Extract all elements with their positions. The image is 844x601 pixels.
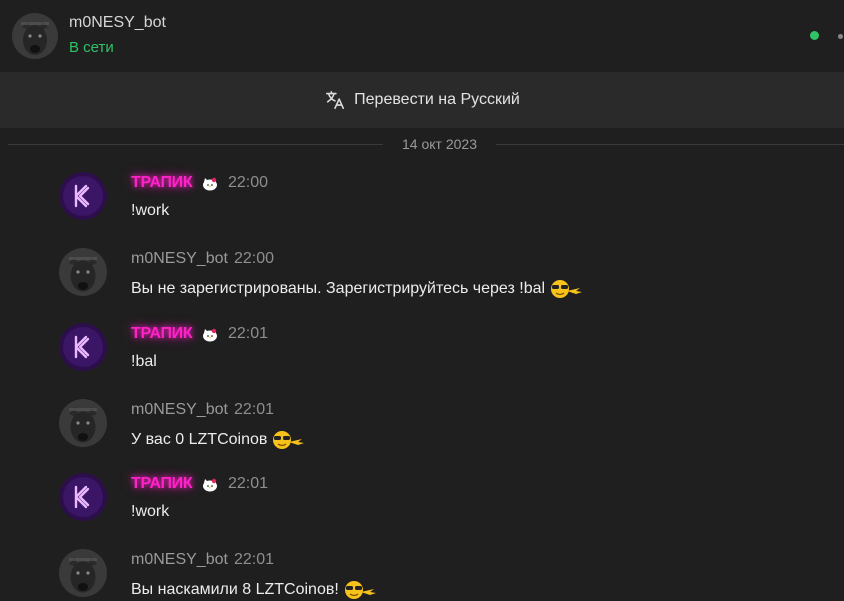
message-text: !bal xyxy=(131,353,157,371)
more-options-icon[interactable] xyxy=(838,34,843,39)
message-body: !work xyxy=(131,202,170,219)
bot-avatar[interactable] xyxy=(12,13,58,59)
date-divider-line xyxy=(8,144,383,145)
message-time: 22:01 xyxy=(228,475,269,492)
bot-avatar[interactable] xyxy=(59,399,107,447)
translate-label: Перевести на Русский xyxy=(354,91,520,108)
message-text: !work xyxy=(131,503,169,521)
translate-icon xyxy=(326,90,345,110)
message-author[interactable]: m0NESY_bot xyxy=(131,551,228,569)
bot-avatar[interactable] xyxy=(59,549,107,597)
message-item: ТРАПИК 22:01 !work xyxy=(0,461,844,536)
date-separator: 14 окт 2023 xyxy=(8,134,844,154)
hello-kitty-icon xyxy=(203,328,217,342)
message-author[interactable]: ТРАПИК xyxy=(131,475,193,493)
message-author[interactable]: ТРАПИК xyxy=(131,174,193,192)
hello-kitty-icon xyxy=(203,177,217,191)
online-dot-icon xyxy=(810,31,819,40)
message-item: m0NESY_bot 22:01 У вас 0 LZTCoinов xyxy=(0,387,844,462)
message-body: У вас 0 LZTCoinов xyxy=(131,431,268,449)
message-text: У вас 0 LZTCoinов xyxy=(131,429,305,451)
sunglasses-emoji-icon xyxy=(551,280,583,298)
message-time: 22:01 xyxy=(228,325,269,342)
message-body: !bal xyxy=(131,353,157,370)
message-time: 22:00 xyxy=(228,174,269,191)
message-list: ТРАПИК 22:00 !work m0NESY_bot 22:00 Вы н… xyxy=(0,160,844,601)
user-avatar[interactable] xyxy=(59,172,107,220)
date-label: 14 окт 2023 xyxy=(402,136,477,152)
date-divider-line xyxy=(496,144,844,145)
user-avatar[interactable] xyxy=(59,323,107,371)
message-text: Вы не зарегистрированы. Зарегистрируйтес… xyxy=(131,278,583,300)
user-avatar[interactable] xyxy=(59,473,107,521)
message-body: Вы наскамили 8 LZTCoinов! xyxy=(131,581,339,599)
message-author[interactable]: m0NESY_bot xyxy=(131,401,228,419)
online-status: В сети xyxy=(69,39,114,56)
message-body: Вы не зарегистрированы. Зарегистрируйтес… xyxy=(131,280,546,298)
chat-header: m0NESY_bot В сети xyxy=(0,0,844,72)
bot-avatar[interactable] xyxy=(59,248,107,296)
message-item: ТРАПИК 22:01 !bal xyxy=(0,311,844,386)
message-author[interactable]: ТРАПИК xyxy=(131,325,193,343)
hello-kitty-icon xyxy=(203,478,217,492)
message-text: Вы наскамили 8 LZTCoinов! xyxy=(131,579,377,601)
sunglasses-emoji-icon xyxy=(273,431,305,449)
bot-name[interactable]: m0NESY_bot xyxy=(69,14,166,32)
message-time: 22:01 xyxy=(234,401,275,418)
message-text: !work xyxy=(131,202,169,220)
message-item: ТРАПИК 22:00 !work xyxy=(0,160,844,235)
message-item: m0NESY_bot 22:00 Вы не зарегистрированы.… xyxy=(0,236,844,311)
sunglasses-emoji-icon xyxy=(344,581,376,599)
message-time: 22:01 xyxy=(234,551,275,568)
message-time: 22:00 xyxy=(234,250,275,267)
translate-button[interactable]: Перевести на Русский xyxy=(0,72,844,128)
message-author[interactable]: m0NESY_bot xyxy=(131,250,228,268)
message-body: !work xyxy=(131,503,170,520)
message-item: m0NESY_bot 22:01 Вы наскамили 8 LZTCoinо… xyxy=(0,537,844,601)
